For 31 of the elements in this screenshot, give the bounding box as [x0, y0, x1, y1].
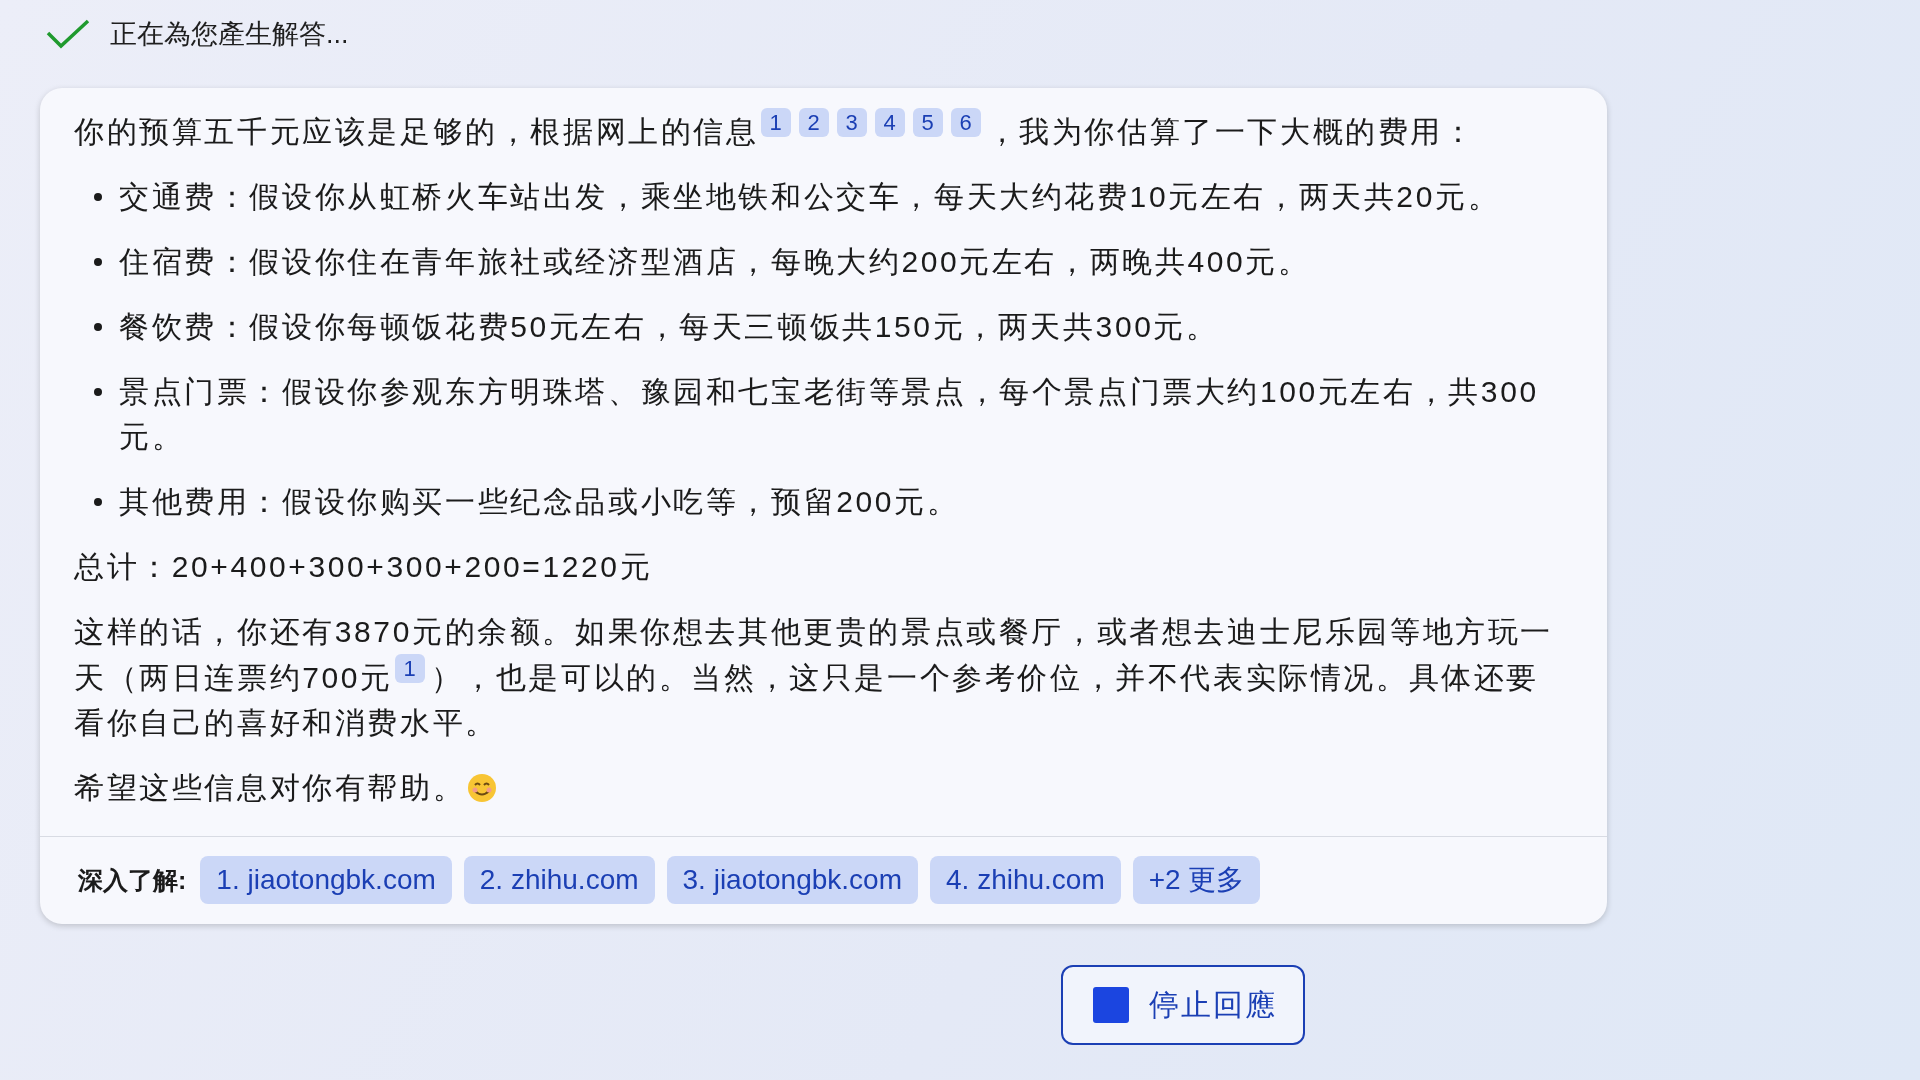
- source-link[interactable]: 2. zhihu.com: [463, 856, 655, 904]
- citation-link[interactable]: 6: [950, 108, 981, 137]
- learn-more-label: 深入了解:: [78, 864, 187, 896]
- list-item-text: 其他费用：假设你购买一些纪念品或小吃等，预留200元。: [119, 484, 960, 520]
- answer-paragraph: 总计：20+400+300+300+200=1220元: [74, 549, 654, 585]
- source-link[interactable]: 1. jiaotongbk.com: [200, 856, 452, 904]
- source-link[interactable]: 3. jiaotongbk.com: [666, 856, 918, 904]
- source-link[interactable]: 4. zhihu.com: [930, 856, 1121, 904]
- bullet-icon: [94, 498, 102, 506]
- answer-paragraph: 你的预算五千元应该是足够的，根据网上的信息 1 2 3 4 5 6 ，我为你估算了一下大概的费用：: [74, 108, 1477, 150]
- source-link[interactable]: +2 更多: [1132, 856, 1261, 904]
- answer-paragraph: 希望这些信息对你有帮助。: [74, 765, 1569, 810]
- list-item-text: 餐饮费：假设你每顿饭花费50元左右，每天三顿饭共150元，两天共300元。: [119, 309, 1219, 345]
- bullet-icon: [94, 193, 102, 201]
- list-item-text: 交通费：假设你从虹桥火车站出发，乘坐地铁和公交车，每天大约花费10元左右，两天共20元。: [119, 179, 1501, 215]
- list-item-text: 住宿费：假设你住在青年旅社或经济型酒店，每晚大约200元左右，两晚共400元。: [119, 244, 1311, 280]
- stop-response-button[interactable]: 停止回應: [1061, 965, 1305, 1045]
- citation-link[interactable]: 1: [760, 108, 791, 137]
- stop-icon: [1093, 987, 1129, 1023]
- list-item-text: 景点门票：假设你参观东方明珠塔、豫园和七宝老街等景点，每个景点门票大约100元左右，共300元。: [119, 374, 1540, 455]
- bullet-icon: [94, 323, 102, 331]
- citation-link[interactable]: 3: [836, 108, 867, 137]
- citation-link[interactable]: 1: [394, 654, 425, 683]
- bullet-icon: [94, 388, 102, 396]
- citation-link[interactable]: 5: [912, 108, 943, 137]
- answer-paragraph: 这样的话，你还有3870元的余额。如果你想去其他更贵的景点或餐厅，或者想去迪士尼乐园等地方玩一天（两日连票约700元 1 ），也是可以的。当然，这只是一个参考价位，并不代表实际情况。具体还要看你自己的喜好和消费水平。: [74, 614, 1554, 741]
- citation-link[interactable]: 2: [798, 108, 829, 137]
- status-text: 正在為您產生解答...: [110, 18, 349, 51]
- bullet-icon: [94, 258, 102, 266]
- citation-link[interactable]: 4: [874, 108, 905, 137]
- smiley-icon: [467, 773, 498, 803]
